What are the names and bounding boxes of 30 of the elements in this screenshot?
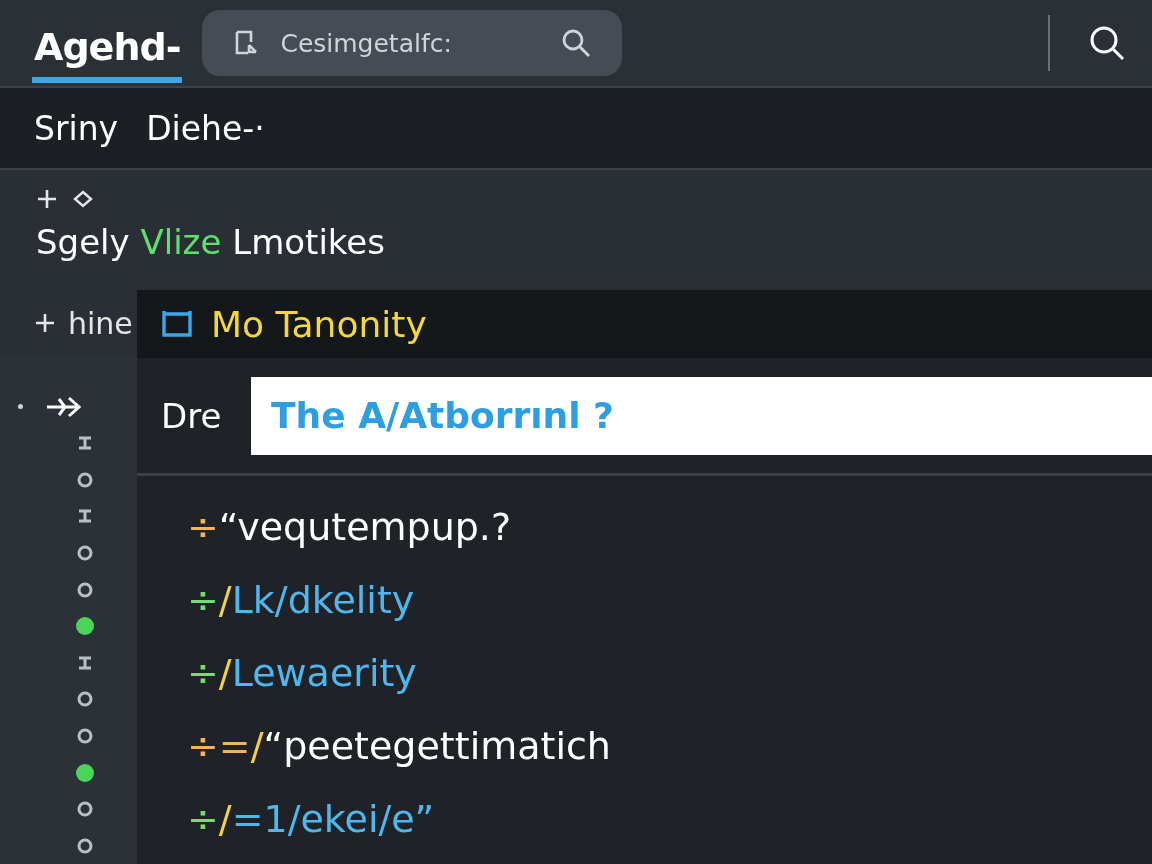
dot-icon <box>18 404 23 410</box>
code-line: ÷=/“peetegettimatich <box>187 723 612 770</box>
menu-item[interactable]: Diehe-· <box>146 108 265 148</box>
code-line: ÷/Lk/dkelity <box>187 577 416 624</box>
field-label: Dre <box>161 395 223 436</box>
ring-marker-icon <box>77 544 93 561</box>
plus-icon[interactable] <box>34 312 56 335</box>
ring-marker-icon <box>77 581 93 598</box>
menu-item[interactable]: Sriny <box>34 108 119 148</box>
ring-marker-icon <box>77 801 93 818</box>
ring-marker-icon <box>77 837 93 854</box>
ring-marker-icon <box>77 727 93 744</box>
rail-label[interactable]: hine <box>68 305 133 341</box>
code-line: ÷/=1/ekei/e” <box>187 796 436 843</box>
tick-marker-icon <box>77 655 93 670</box>
ring-marker-icon <box>77 471 93 488</box>
code-line: ÷/Lewaerity <box>187 650 418 697</box>
diamond-icon[interactable] <box>72 188 94 210</box>
search-field[interactable]: Cesimgetalfc: <box>202 10 623 76</box>
code-line: ÷“vequtempup.? <box>187 504 513 551</box>
plus-icon[interactable] <box>36 188 58 210</box>
tick-marker-icon <box>77 436 93 451</box>
section-title: Sgely Vlize Lmotikes <box>36 222 386 262</box>
tick-marker-icon <box>77 509 93 524</box>
panel-title: Mo Tanonity <box>211 303 427 345</box>
search-icon[interactable] <box>1088 24 1126 62</box>
arrow-icon[interactable] <box>45 394 83 419</box>
dot-marker-icon <box>76 763 94 782</box>
dot-marker-icon <box>76 617 94 636</box>
ring-marker-icon <box>77 691 93 708</box>
